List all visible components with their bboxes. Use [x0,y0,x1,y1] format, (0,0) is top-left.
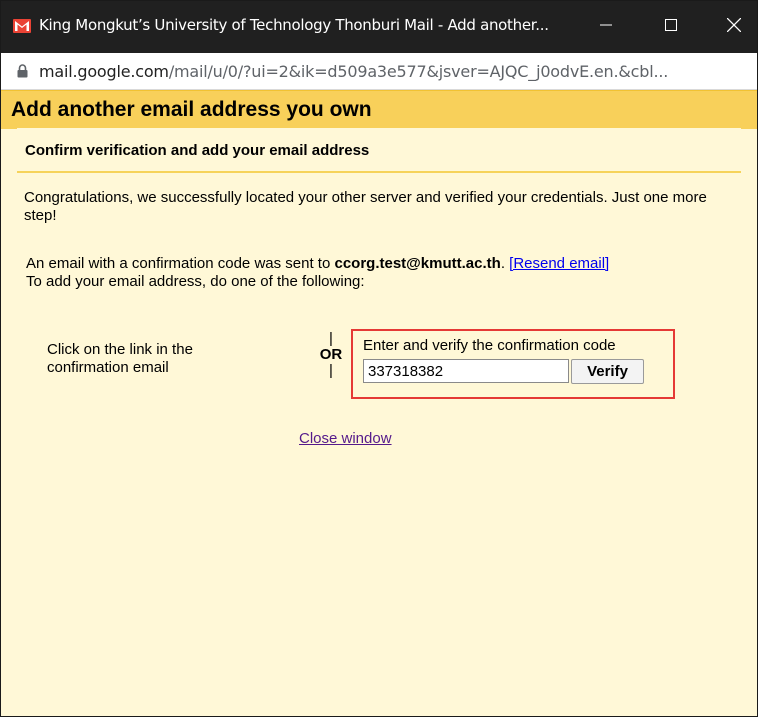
title-bar: King Mongkut’s University of Technology … [1,1,757,53]
maximize-button[interactable] [648,1,694,53]
url-host: mail.google.com [39,62,169,81]
code-label: Enter and verify the confirmation code [363,337,616,354]
verification-code-box: Enter and verify the confirmation code V… [351,329,675,399]
minimize-button[interactable] [583,1,629,53]
url-path: /mail/u/0/?ui=2&ik=d509a3e577&jsver=AJQC… [168,62,669,81]
dialog-header: Add another email address you own [1,90,757,129]
maximize-icon [665,18,677,36]
address-bar[interactable]: mail.google.com/mail/u/0/?ui=2&ik=d509a3… [1,53,757,90]
or-separator: | OR | [319,330,343,379]
link-option-text: Click on the link in the confirmation em… [47,341,193,376]
email-address: ccorg.test@kmutt.ac.th [334,255,501,272]
sent-suffix: . [500,255,510,272]
lock-icon [17,64,28,83]
minimize-icon [600,18,612,36]
confirmation-code-input[interactable] [363,359,569,383]
success-message: Congratulations, we successfully located… [24,189,707,224]
section-subtitle: Confirm verification and add your email … [25,142,370,159]
confirmation-message: An email with a confirmation code was se… [26,255,738,291]
or-bar-top: | [329,330,333,347]
close-button[interactable] [711,1,757,53]
url-text: mail.google.com/mail/u/0/?ui=2&ik=d509a3… [39,62,668,81]
or-bar-bottom: | [329,362,333,379]
close-icon [726,17,742,37]
gmail-icon [13,19,31,33]
dialog-content: Confirm verification and add your email … [17,128,741,716]
resend-email-link[interactable]: [Resend email] [509,255,609,272]
verify-button[interactable]: Verify [571,359,644,384]
divider [17,171,741,173]
window-title: King Mongkut’s University of Technology … [39,16,549,34]
page-title: Add another email address you own [11,98,372,121]
instruction-text: To add your email address, do one of the… [26,273,365,290]
close-window-link[interactable]: Close window [299,430,392,447]
sent-prefix: An email with a confirmation code was se… [26,255,335,272]
popup-window: King Mongkut’s University of Technology … [0,0,758,717]
